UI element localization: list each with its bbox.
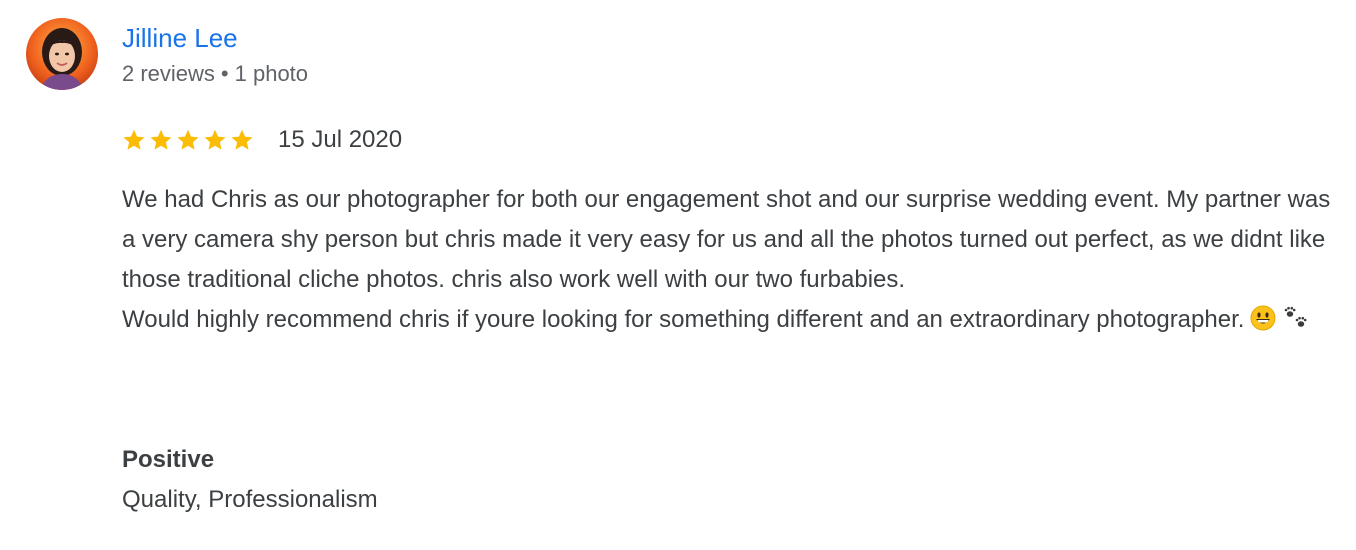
star-icon	[177, 129, 199, 150]
meta-separator: •	[220, 61, 229, 86]
review-paragraph-2-text: Would highly recommend chris if youre lo…	[122, 306, 1245, 333]
reviews-count: 2 reviews	[122, 61, 215, 86]
rating-row: 15 Jul 2020	[122, 124, 402, 156]
highlights-heading: Positive	[122, 446, 215, 473]
star-icon	[150, 129, 172, 150]
grinning-face-icon	[1250, 304, 1276, 344]
highlights-value: Quality, Professionalism	[122, 486, 378, 513]
reviewer-meta: 2 reviews • 1 photo	[122, 60, 308, 88]
review-date: 15 Jul 2020	[278, 126, 403, 153]
review-card: Jilline Lee 2 reviews • 1 photo 15 Jul 202…	[0, 0, 1356, 550]
avatar-photo-icon	[26, 18, 98, 90]
review-body: We had Chris as our photographer for bot…	[122, 180, 1332, 344]
star-icon	[204, 129, 226, 150]
star-rating	[122, 128, 254, 152]
star-icon	[231, 129, 253, 150]
review-paragraph-1: We had Chris as our photographer for bot…	[122, 186, 1331, 293]
review-paragraph-2: Would highly recommend chris if youre lo…	[122, 300, 1332, 344]
reviewer-name-link[interactable]: Jilline Lee	[122, 22, 238, 54]
paw-prints-icon	[1282, 304, 1310, 344]
photos-count: 1 photo	[234, 61, 309, 86]
reviewer-avatar[interactable]	[26, 18, 98, 90]
star-icon	[123, 129, 145, 150]
